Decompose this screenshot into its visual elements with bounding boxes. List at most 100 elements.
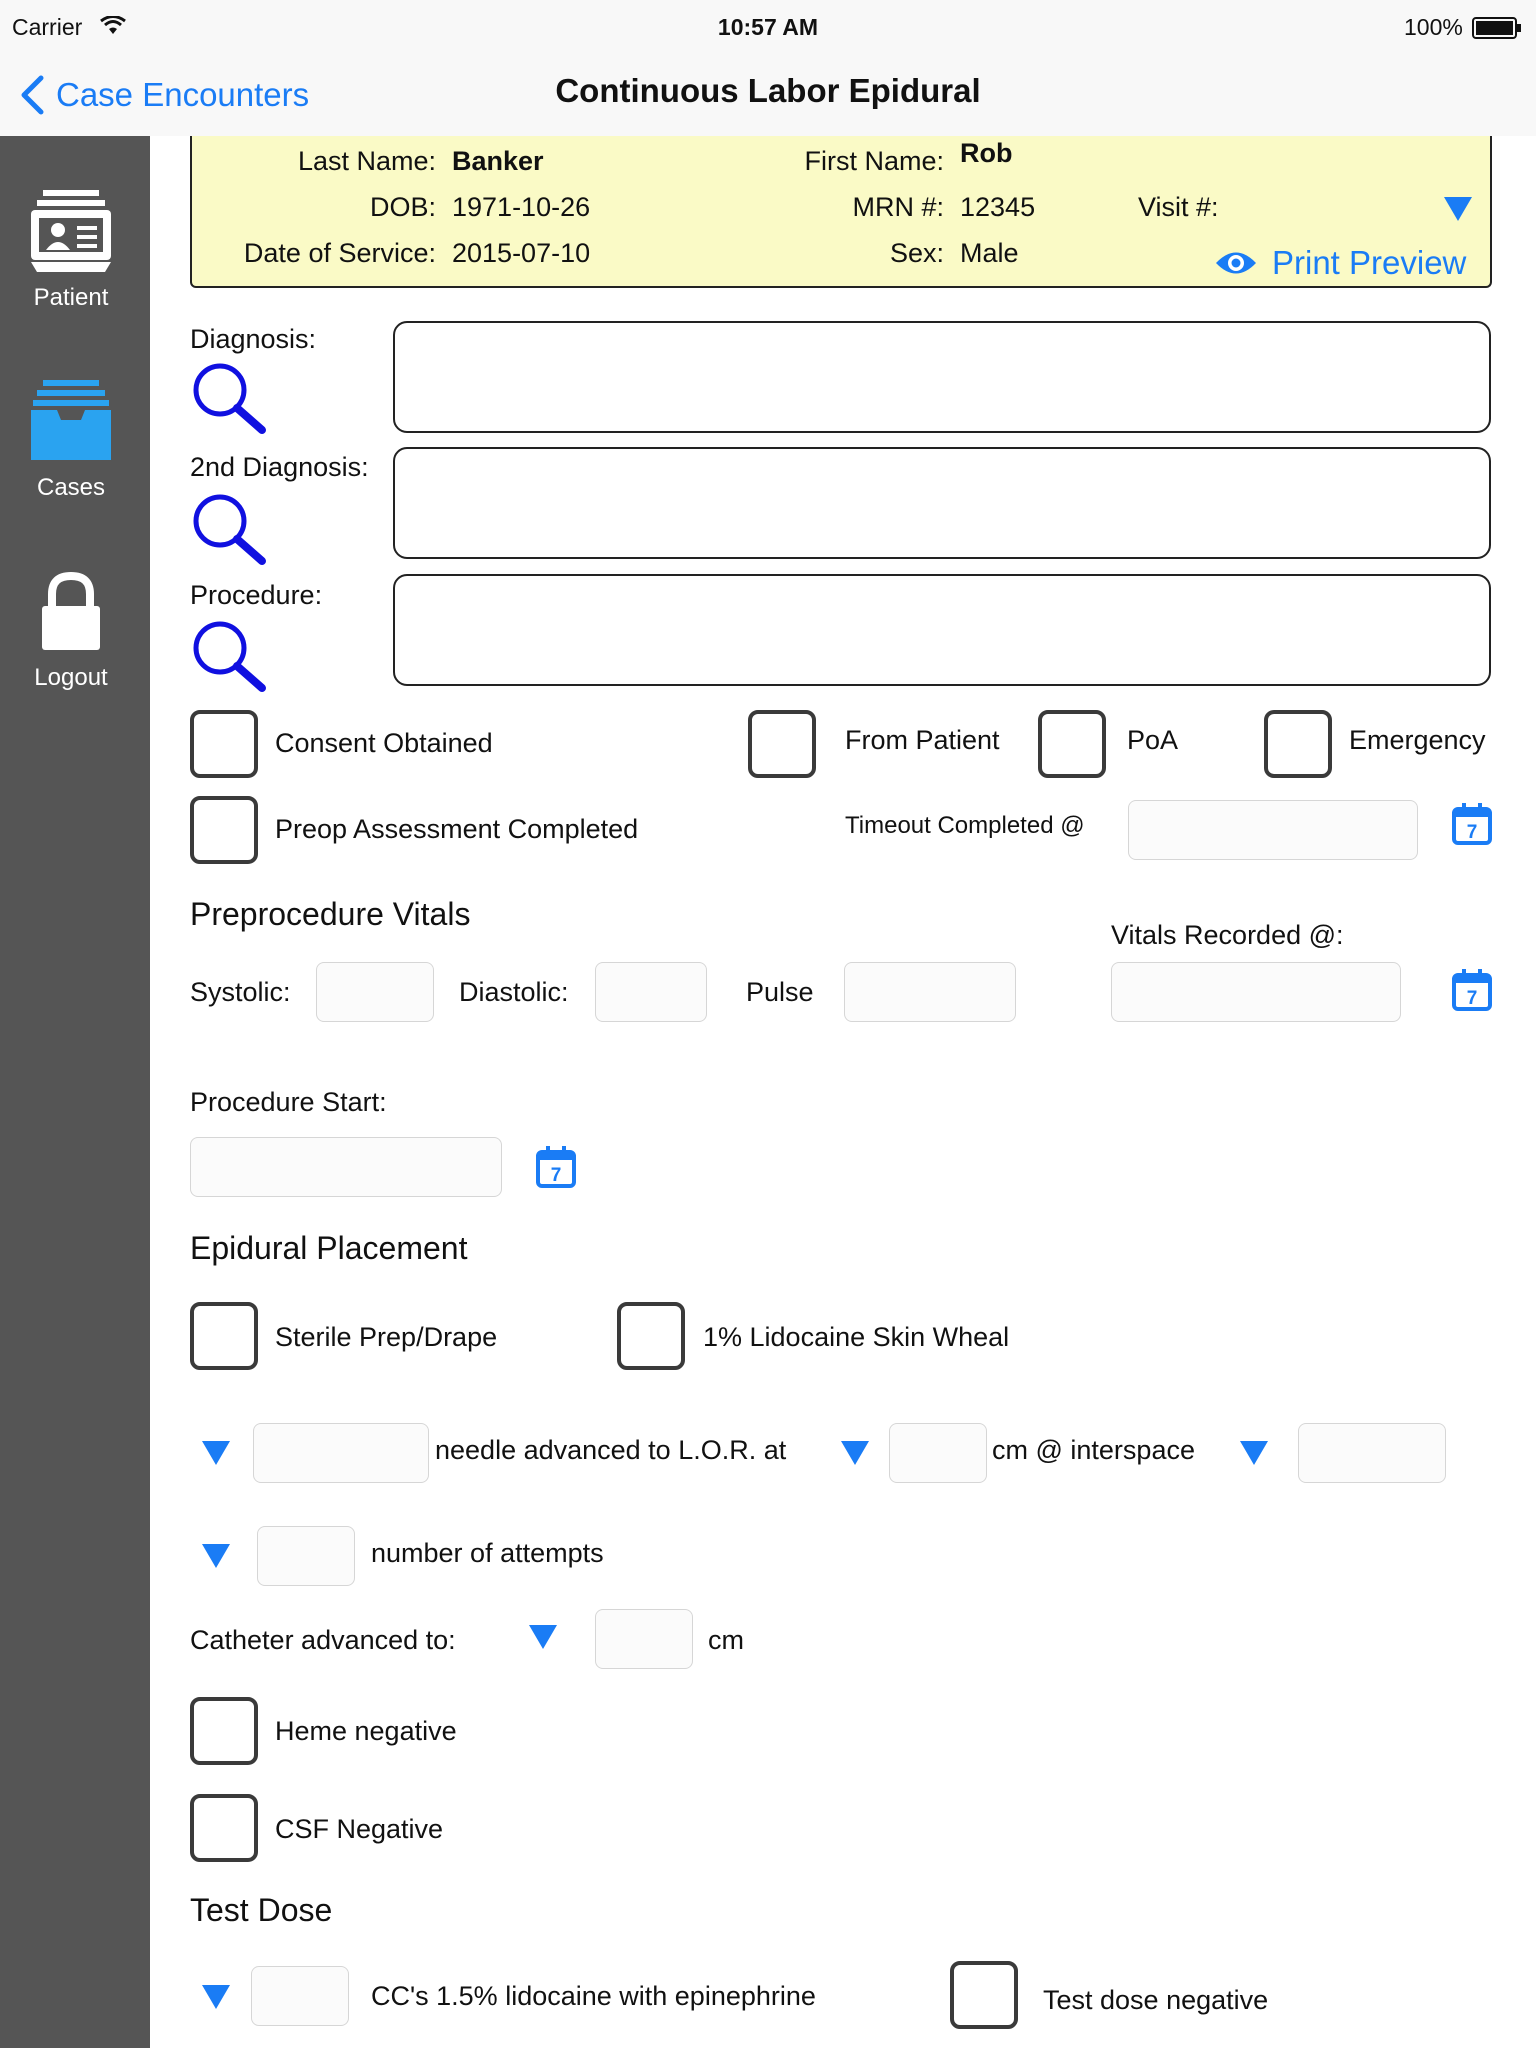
test-dose-negative-checkbox[interactable]	[950, 1961, 1018, 2029]
csf-negative-label: CSF Negative	[275, 1814, 444, 1844]
vitals-calendar-icon[interactable]: 7	[1451, 968, 1493, 1017]
first-name-label: First Name:	[804, 146, 944, 176]
needle-advanced-label: needle advanced to L.O.R. at	[435, 1435, 787, 1465]
dob-label: DOB:	[369, 192, 436, 222]
heme-negative-checkbox[interactable]	[190, 1697, 258, 1765]
lidocaine-wheal-label: 1% Lidocaine Skin Wheal	[703, 1322, 1010, 1352]
lidocaine-wheal-checkbox[interactable]	[617, 1302, 685, 1370]
sex-label: Sex:	[889, 238, 944, 268]
sidebar-label-logout: Logout	[34, 664, 108, 691]
svg-text:7: 7	[551, 1165, 562, 1186]
emergency-checkbox[interactable]	[1264, 710, 1332, 778]
preop-assessment-label: Preop Assessment Completed	[275, 814, 639, 844]
lor-depth-field[interactable]	[889, 1423, 987, 1483]
consent-obtained-label: Consent Obtained	[275, 728, 493, 758]
interspace-field[interactable]	[1298, 1423, 1446, 1483]
diagnosis-search-icon[interactable]	[192, 362, 268, 441]
second-diagnosis-label: 2nd Diagnosis:	[190, 452, 369, 482]
catheter-depth-field[interactable]	[595, 1609, 693, 1669]
catheter-advanced-label: Catheter advanced to:	[190, 1625, 456, 1655]
mrn-value: 12345	[960, 192, 1036, 222]
vitals-recorded-field[interactable]	[1111, 962, 1401, 1022]
sidebar: Patient Cases Logout	[0, 136, 150, 2048]
emergency-label: Emergency	[1349, 725, 1486, 755]
sidebar-item-cases[interactable]: Cases	[0, 380, 142, 502]
poa-label: PoA	[1127, 725, 1179, 755]
eye-icon	[1216, 252, 1256, 274]
lor-depth-dropdown-icon[interactable]	[841, 1441, 869, 1465]
sterile-prep-label: Sterile Prep/Drape	[275, 1322, 498, 1352]
procedure-start-label: Procedure Start:	[190, 1087, 387, 1117]
clock: 10:57 AM	[717, 14, 819, 40]
navigation-bar: Case Encounters Continuous Labor Epidura…	[0, 54, 1536, 137]
print-preview-button[interactable]: Print Preview	[1214, 244, 1466, 282]
second-diagnosis-field[interactable]	[393, 447, 1491, 559]
timeout-completed-label: Timeout Completed @	[845, 812, 1085, 839]
last-name-label: Last Name:	[297, 146, 436, 176]
catheter-depth-dropdown-icon[interactable]	[529, 1625, 557, 1649]
date-of-service-label: Date of Service:	[243, 238, 436, 268]
sex-value: Male	[960, 238, 1019, 268]
date-of-service-value: 2015-07-10	[452, 238, 591, 268]
diastolic-field[interactable]	[595, 962, 707, 1022]
page-title: Continuous Labor Epidural	[555, 72, 981, 109]
last-name-value: Banker	[452, 146, 544, 176]
consent-obtained-checkbox[interactable]	[190, 710, 258, 778]
heme-negative-label: Heme negative	[275, 1716, 457, 1746]
cases-tray-icon	[31, 380, 111, 460]
timeout-calendar-icon[interactable]: 7	[1451, 802, 1493, 851]
second-diagnosis-search-icon[interactable]	[192, 493, 268, 572]
test-dose-description-label: CC's 1.5% lidocaine with epinephrine	[371, 1981, 816, 2011]
visit-label: Visit #:	[1138, 192, 1219, 222]
csf-negative-checkbox[interactable]	[190, 1794, 258, 1862]
epidural-placement-heading: Epidural Placement	[190, 1230, 468, 1266]
mrn-label: MRN #:	[852, 192, 944, 222]
procedure-label: Procedure:	[190, 580, 323, 610]
battery-percent: 100%	[1404, 14, 1463, 40]
interspace-dropdown-icon[interactable]	[1240, 1441, 1268, 1465]
timeout-completed-field[interactable]	[1128, 800, 1418, 860]
first-name-value: Rob	[960, 138, 1013, 168]
pulse-field[interactable]	[844, 962, 1016, 1022]
status-bar: Carrier 10:57 AM 100%	[0, 0, 1536, 54]
test-dose-cc-field[interactable]	[251, 1966, 349, 2026]
sidebar-label-patient: Patient	[33, 284, 109, 311]
needle-type-field[interactable]	[253, 1423, 429, 1483]
preop-assessment-checkbox[interactable]	[190, 796, 258, 864]
procedure-field[interactable]	[393, 574, 1491, 686]
sterile-prep-checkbox[interactable]	[190, 1302, 258, 1370]
dob-value: 1971-10-26	[452, 192, 591, 222]
procedure-start-calendar-icon[interactable]: 7	[535, 1145, 577, 1194]
test-dose-negative-label: Test dose negative	[1043, 1985, 1269, 2015]
pulse-label: Pulse	[746, 977, 814, 1007]
print-preview-label: Print Preview	[1272, 244, 1467, 281]
attempts-field[interactable]	[257, 1526, 355, 1586]
systolic-field[interactable]	[316, 962, 434, 1022]
cm-interspace-label: cm @ interspace	[992, 1435, 1195, 1465]
preprocedure-vitals-heading: Preprocedure Vitals	[190, 896, 471, 932]
needle-type-dropdown-icon[interactable]	[202, 1441, 230, 1465]
sidebar-label-cases: Cases	[36, 474, 106, 501]
diastolic-label: Diastolic:	[459, 977, 569, 1007]
lock-icon	[42, 571, 100, 650]
sidebar-item-patient[interactable]: Patient	[0, 190, 142, 312]
sidebar-item-logout[interactable]: Logout	[0, 570, 142, 692]
from-patient-label: From Patient	[845, 725, 1000, 755]
attempts-dropdown-icon[interactable]	[202, 1544, 230, 1568]
diagnosis-field[interactable]	[393, 321, 1491, 433]
catheter-cm-label: cm	[708, 1625, 744, 1655]
patient-card-icon	[31, 190, 111, 272]
svg-text:7: 7	[1467, 822, 1478, 843]
battery-icon	[1472, 17, 1522, 44]
svg-text:7: 7	[1467, 988, 1478, 1009]
diagnosis-label: Diagnosis:	[190, 324, 317, 354]
visit-dropdown-icon[interactable]	[1444, 197, 1472, 221]
number-of-attempts-label: number of attempts	[371, 1538, 604, 1568]
from-patient-checkbox[interactable]	[748, 710, 816, 778]
test-dose-dropdown-icon[interactable]	[202, 1985, 230, 2009]
test-dose-heading: Test Dose	[190, 1892, 333, 1928]
procedure-start-field[interactable]	[190, 1137, 502, 1197]
poa-checkbox[interactable]	[1038, 710, 1106, 778]
procedure-search-icon[interactable]	[192, 620, 268, 699]
vitals-recorded-label: Vitals Recorded @:	[1111, 920, 1344, 950]
